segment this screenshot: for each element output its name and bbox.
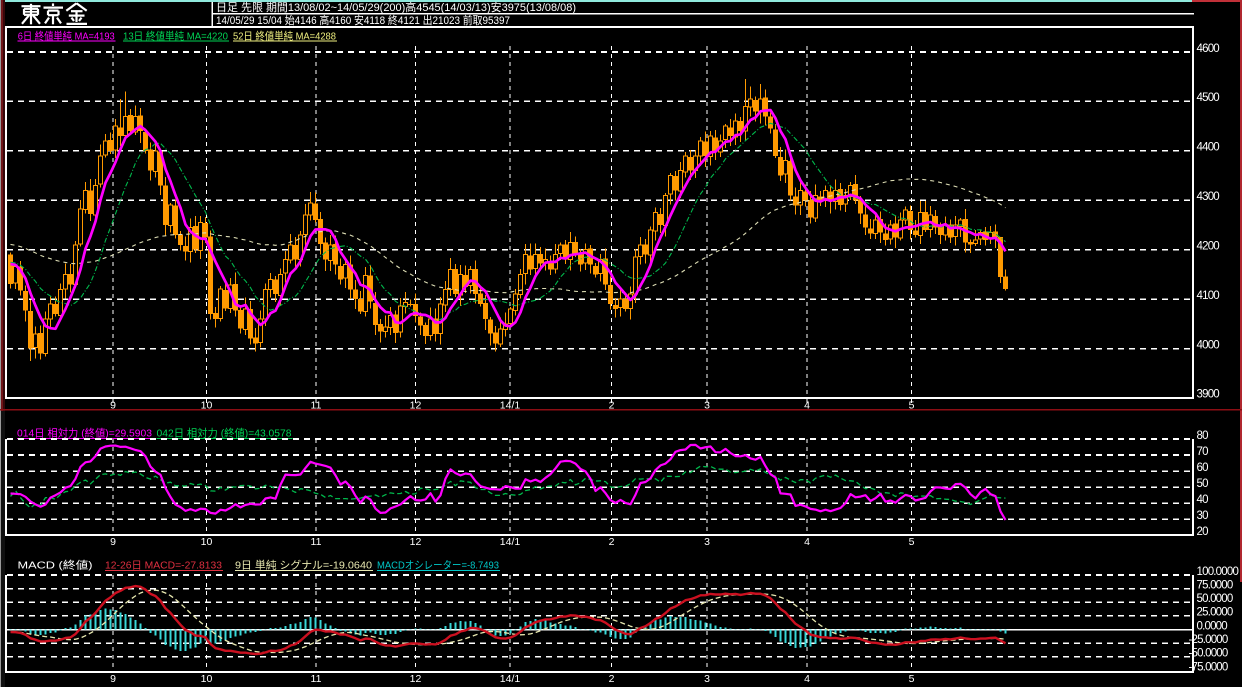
svg-text:12: 12	[410, 536, 422, 548]
svg-text:MACDオシレーター=-8.7493: MACDオシレーター=-8.7493	[377, 560, 499, 572]
svg-text:4600: 4600	[1197, 43, 1220, 55]
svg-text:4200: 4200	[1197, 241, 1220, 253]
svg-text:14/1: 14/1	[500, 673, 521, 685]
svg-text:80: 80	[1197, 430, 1209, 442]
svg-text:40: 40	[1197, 494, 1209, 506]
svg-text:-75.0000: -75.0000	[1189, 661, 1228, 673]
svg-text:-25.0000: -25.0000	[1189, 634, 1228, 646]
svg-text:4000: 4000	[1197, 339, 1220, 351]
svg-text:3: 3	[704, 536, 710, 548]
svg-text:52日 終値単純 MA=4288: 52日 終値単純 MA=4288	[233, 29, 336, 42]
svg-text:100.0000: 100.0000	[1197, 566, 1239, 578]
svg-text:3900: 3900	[1197, 388, 1220, 400]
svg-text:4: 4	[804, 673, 810, 685]
svg-text:014日 相対力 (終値)=29.5903: 014日 相対力 (終値)=29.5903	[17, 427, 152, 440]
svg-text:MACD (終値): MACD (終値)	[18, 559, 93, 572]
svg-text:4300: 4300	[1197, 191, 1220, 203]
svg-text:4100: 4100	[1197, 290, 1220, 302]
svg-text:30: 30	[1197, 510, 1209, 522]
svg-text:9: 9	[110, 536, 116, 548]
svg-text:50.0000: 50.0000	[1197, 593, 1233, 605]
svg-text:0.0000: 0.0000	[1197, 620, 1228, 632]
svg-text:4: 4	[804, 536, 810, 548]
svg-text:60: 60	[1197, 462, 1209, 474]
svg-text:4400: 4400	[1197, 142, 1220, 154]
svg-text:75.0000: 75.0000	[1197, 579, 1233, 591]
svg-text:11: 11	[311, 536, 322, 548]
svg-text:3: 3	[704, 673, 710, 685]
svg-text:11: 11	[311, 673, 322, 685]
svg-text:6日 終値単純 MA=4193: 6日 終値単純 MA=4193	[18, 29, 115, 42]
svg-text:10: 10	[201, 536, 213, 548]
svg-text:70: 70	[1197, 446, 1209, 458]
svg-text:5: 5	[909, 673, 915, 685]
svg-text:14/05/29 15/04 始4146 高4160 安41: 14/05/29 15/04 始4146 高4160 安4118 終4121 出…	[216, 13, 510, 27]
svg-text:042日 相対力 (終値)=43.0578: 042日 相対力 (終値)=43.0578	[157, 427, 292, 440]
svg-text:50: 50	[1197, 478, 1209, 490]
svg-text:25.0000: 25.0000	[1197, 607, 1233, 619]
svg-text:10: 10	[201, 673, 213, 685]
svg-text:14/1: 14/1	[500, 536, 521, 548]
svg-text:4500: 4500	[1197, 92, 1220, 104]
svg-text:9: 9	[110, 673, 116, 685]
svg-text:13日 終値単純 MA=4220: 13日 終値単純 MA=4220	[123, 29, 228, 42]
svg-text:2: 2	[609, 536, 615, 548]
svg-text:2: 2	[609, 673, 615, 685]
svg-text:20: 20	[1197, 526, 1209, 538]
svg-text:12-26日 MACD=-27.8133: 12-26日 MACD=-27.8133	[105, 560, 222, 572]
svg-text:12: 12	[410, 673, 422, 685]
svg-text:日足 先限 期間13/08/02~14/05/29(200): 日足 先限 期間13/08/02~14/05/29(200)高4545(14/0…	[216, 0, 576, 14]
svg-text:-50.0000: -50.0000	[1189, 648, 1228, 660]
svg-text:5: 5	[909, 536, 915, 548]
svg-text:9日 単純 シグナル=-19.0640: 9日 単純 シグナル=-19.0640	[235, 559, 372, 572]
